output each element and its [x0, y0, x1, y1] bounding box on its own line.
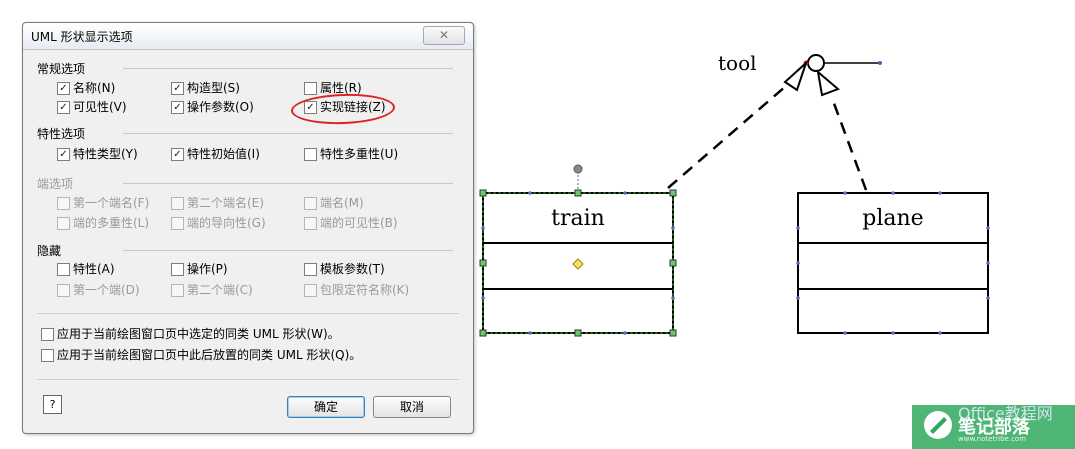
arrowhead-plane: [816, 69, 840, 97]
resize-handle[interactable]: [669, 189, 677, 197]
class-plane-name: plane: [862, 206, 923, 231]
resize-handle[interactable]: [479, 329, 487, 337]
resize-handle[interactable]: [479, 259, 487, 267]
realization-link-plane[interactable]: [830, 97, 868, 191]
resize-handle[interactable]: [574, 329, 582, 337]
class-train-name: train: [551, 206, 605, 231]
arrowhead-train: [783, 59, 809, 92]
interface-label-tool: tool: [718, 51, 757, 75]
resize-handle[interactable]: [669, 329, 677, 337]
realization-link-train[interactable]: [667, 85, 787, 189]
watermark-url: www.notetribe.com: [958, 435, 1027, 443]
resize-handle[interactable]: [574, 189, 582, 197]
connection-point: [878, 61, 882, 65]
interface-lollipop-circle[interactable]: [807, 54, 825, 72]
resize-handle[interactable]: [669, 259, 677, 267]
resize-handle[interactable]: [479, 189, 487, 197]
rotation-handle[interactable]: [573, 164, 583, 174]
uml-diagram-canvas: tool train plane: [479, 51, 1075, 449]
